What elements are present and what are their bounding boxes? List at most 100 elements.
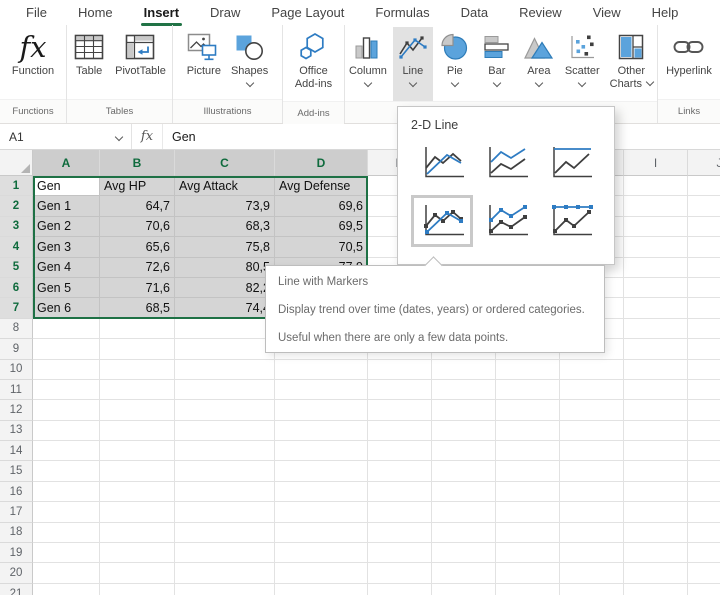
row-header-18[interactable]: 18 (0, 523, 33, 543)
cell-i19[interactable] (624, 543, 688, 563)
cell-a1[interactable]: Gen (33, 176, 100, 196)
menu-tab-insert[interactable]: Insert (144, 2, 179, 24)
cell-j7[interactable] (688, 298, 720, 318)
cell-j1[interactable] (688, 176, 720, 196)
cell-d17[interactable] (275, 502, 368, 522)
cell-b5[interactable]: 72,6 (100, 258, 175, 278)
row-header-19[interactable]: 19 (0, 543, 33, 563)
ribbon-button-hyperlink[interactable]: Hyperlink (662, 27, 716, 99)
cell-d19[interactable] (275, 543, 368, 563)
insert-function-button[interactable]: fx (132, 124, 163, 149)
menu-tab-formulas[interactable]: Formulas (375, 2, 429, 24)
chart-type-100%-stacked-line-with-markers[interactable] (539, 195, 601, 247)
cell-h12[interactable] (560, 400, 624, 420)
cell-b8[interactable] (100, 319, 175, 339)
cell-b9[interactable] (100, 339, 175, 359)
cell-b10[interactable] (100, 360, 175, 380)
cell-d20[interactable] (275, 563, 368, 583)
cell-f16[interactable] (432, 482, 496, 502)
cell-j15[interactable] (688, 461, 720, 481)
cell-j11[interactable] (688, 380, 720, 400)
ribbon-button-office-add-ins[interactable]: OfficeAdd-ins (291, 27, 336, 101)
cell-b20[interactable] (100, 563, 175, 583)
cell-d3[interactable]: 69,5 (275, 217, 368, 237)
cell-j5[interactable] (688, 258, 720, 278)
cell-c16[interactable] (175, 482, 275, 502)
cell-f12[interactable] (432, 400, 496, 420)
row-header-7[interactable]: 7 (0, 298, 33, 318)
cell-h21[interactable] (560, 584, 624, 595)
cell-f15[interactable] (432, 461, 496, 481)
cell-j10[interactable] (688, 360, 720, 380)
ribbon-button-pie[interactable]: Pie (435, 27, 475, 101)
cell-c5[interactable]: 80,5 (175, 258, 275, 278)
cell-g15[interactable] (496, 461, 560, 481)
cell-f11[interactable] (432, 380, 496, 400)
cell-f10[interactable] (432, 360, 496, 380)
cell-h16[interactable] (560, 482, 624, 502)
cell-b19[interactable] (100, 543, 175, 563)
cell-a19[interactable] (33, 543, 100, 563)
cell-c3[interactable]: 68,3 (175, 217, 275, 237)
cell-j18[interactable] (688, 523, 720, 543)
cell-b15[interactable] (100, 461, 175, 481)
cell-g18[interactable] (496, 523, 560, 543)
cell-d12[interactable] (275, 400, 368, 420)
cell-a17[interactable] (33, 502, 100, 522)
cell-f18[interactable] (432, 523, 496, 543)
cell-g20[interactable] (496, 563, 560, 583)
cell-j20[interactable] (688, 563, 720, 583)
cell-e18[interactable] (368, 523, 432, 543)
cell-b7[interactable]: 68,5 (100, 298, 175, 318)
chevron-down-icon[interactable] (578, 79, 586, 87)
chart-type-stacked-line-with-markers[interactable] (475, 195, 537, 247)
cell-a18[interactable] (33, 523, 100, 543)
cell-d16[interactable] (275, 482, 368, 502)
cell-h17[interactable] (560, 502, 624, 522)
cell-f20[interactable] (432, 563, 496, 583)
cell-i15[interactable] (624, 461, 688, 481)
cell-c2[interactable]: 73,9 (175, 196, 275, 216)
chevron-down-icon[interactable] (451, 79, 459, 87)
cell-i4[interactable] (624, 237, 688, 257)
cell-g14[interactable] (496, 441, 560, 461)
cell-h10[interactable] (560, 360, 624, 380)
cell-i16[interactable] (624, 482, 688, 502)
cell-a20[interactable] (33, 563, 100, 583)
cell-g19[interactable] (496, 543, 560, 563)
row-header-10[interactable]: 10 (0, 360, 33, 380)
cell-a15[interactable] (33, 461, 100, 481)
menu-tab-draw[interactable]: Draw (210, 2, 240, 24)
cell-c10[interactable] (175, 360, 275, 380)
cell-f21[interactable] (432, 584, 496, 595)
cell-e15[interactable] (368, 461, 432, 481)
cell-i14[interactable] (624, 441, 688, 461)
cell-a14[interactable] (33, 441, 100, 461)
row-header-12[interactable]: 12 (0, 400, 33, 420)
cell-c9[interactable] (175, 339, 275, 359)
cell-d14[interactable] (275, 441, 368, 461)
cell-b17[interactable] (100, 502, 175, 522)
cell-j17[interactable] (688, 502, 720, 522)
column-header-d[interactable]: D (275, 150, 368, 176)
ribbon-button-function[interactable]: fxFunction (8, 27, 58, 99)
cell-f13[interactable] (432, 421, 496, 441)
cell-b14[interactable] (100, 441, 175, 461)
row-header-20[interactable]: 20 (0, 563, 33, 583)
cell-h20[interactable] (560, 563, 624, 583)
cell-c11[interactable] (175, 380, 275, 400)
cell-c21[interactable] (175, 584, 275, 595)
cell-d1[interactable]: Avg Defense (275, 176, 368, 196)
cell-e13[interactable] (368, 421, 432, 441)
column-header-a[interactable]: A (33, 150, 100, 176)
cell-e10[interactable] (368, 360, 432, 380)
cell-e12[interactable] (368, 400, 432, 420)
cell-d21[interactable] (275, 584, 368, 595)
cell-a3[interactable]: Gen 2 (33, 217, 100, 237)
cell-a8[interactable] (33, 319, 100, 339)
row-header-4[interactable]: 4 (0, 237, 33, 257)
cell-i20[interactable] (624, 563, 688, 583)
cell-d18[interactable] (275, 523, 368, 543)
cell-b11[interactable] (100, 380, 175, 400)
column-header-b[interactable]: B (100, 150, 175, 176)
